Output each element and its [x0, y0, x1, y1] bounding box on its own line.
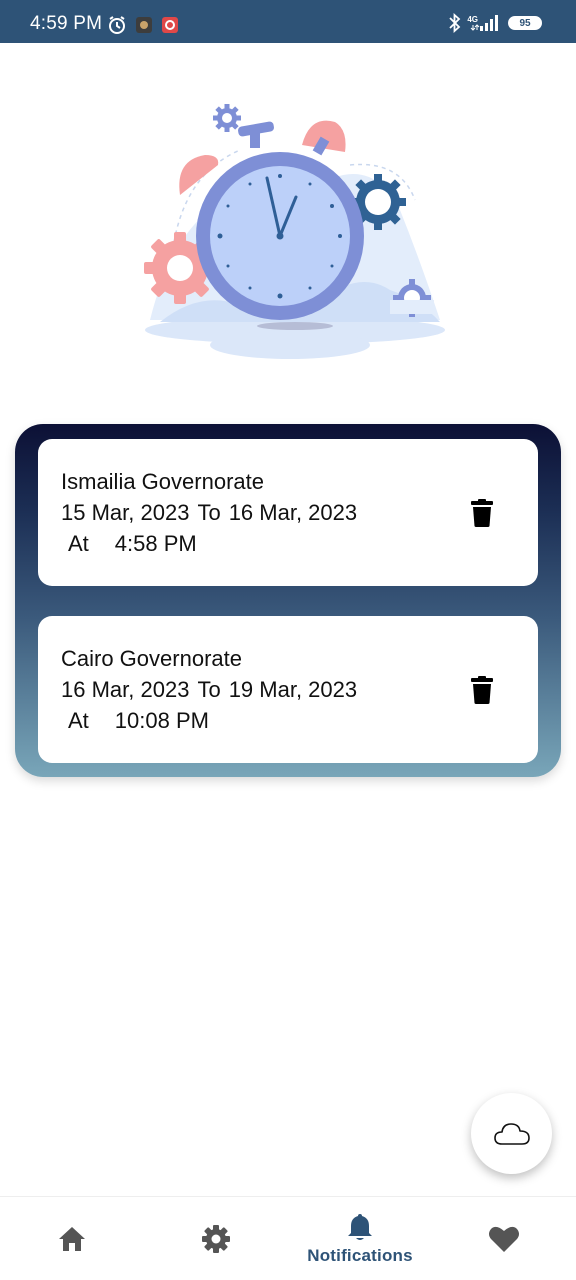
gear-icon: [202, 1225, 230, 1253]
app-notification-icon: [162, 17, 178, 33]
notification-start-date: 16 Mar, 2023: [61, 677, 190, 702]
app-notification-icon: [136, 17, 152, 33]
trash-icon: [471, 499, 493, 527]
nav-favorites[interactable]: [432, 1197, 576, 1280]
notification-card[interactable]: Ismailia Governorate 15 Mar, 2023 To 16 …: [38, 439, 538, 586]
notification-to-label: To: [197, 500, 221, 525]
notification-at-label: At: [68, 531, 89, 556]
notification-date-range: 15 Mar, 2023 To 16 Mar, 2023: [61, 500, 357, 526]
notifications-panel: Ismailia Governorate 15 Mar, 2023 To 16 …: [15, 424, 561, 777]
nav-settings[interactable]: [144, 1197, 288, 1280]
notification-time-row: At 4:58 PM: [68, 531, 197, 557]
notification-at-label: At: [68, 708, 89, 733]
notification-location: Ismailia Governorate: [61, 469, 264, 494]
notification-location: Cairo Governorate: [61, 646, 242, 671]
notification-time: 10:08 PM: [114, 708, 209, 733]
notification-end-date: 19 Mar, 2023: [228, 677, 358, 702]
heart-icon: [489, 1226, 519, 1252]
signal-icon: [470, 15, 498, 31]
alarm-icon: [109, 16, 125, 34]
notification-card[interactable]: Cairo Governorate 16 Mar, 2023 To 19 Mar…: [38, 616, 538, 763]
notification-start-date: 15 Mar, 2023: [61, 500, 190, 525]
cloud-fab-button[interactable]: [471, 1093, 552, 1174]
notification-to-label: To: [197, 677, 221, 702]
status-time: 4:59 PM: [30, 13, 103, 34]
nav-home[interactable]: [0, 1197, 144, 1280]
delete-notification-button[interactable]: [466, 497, 498, 529]
trash-icon: [471, 676, 493, 704]
battery-indicator: 95: [508, 16, 542, 30]
nav-notifications[interactable]: Notifications: [288, 1197, 432, 1280]
home-icon: [59, 1227, 85, 1251]
bluetooth-icon: [449, 13, 461, 33]
notification-time: 4:58 PM: [114, 531, 197, 556]
bottom-navigation: Notifications: [0, 1196, 576, 1280]
bell-icon: [348, 1214, 372, 1240]
notification-date-range: 16 Mar, 2023 To 19 Mar, 2023: [61, 677, 357, 703]
status-bar: 4:59 PM 4G 95: [0, 0, 576, 43]
delete-notification-button[interactable]: [466, 674, 498, 706]
notification-end-date: 16 Mar, 2023: [228, 500, 358, 525]
cloud-icon: [493, 1122, 530, 1145]
nav-notifications-label: Notifications: [307, 1246, 413, 1265]
notification-time-row: At 10:08 PM: [68, 708, 209, 734]
stopwatch-illustration: [144, 104, 445, 359]
